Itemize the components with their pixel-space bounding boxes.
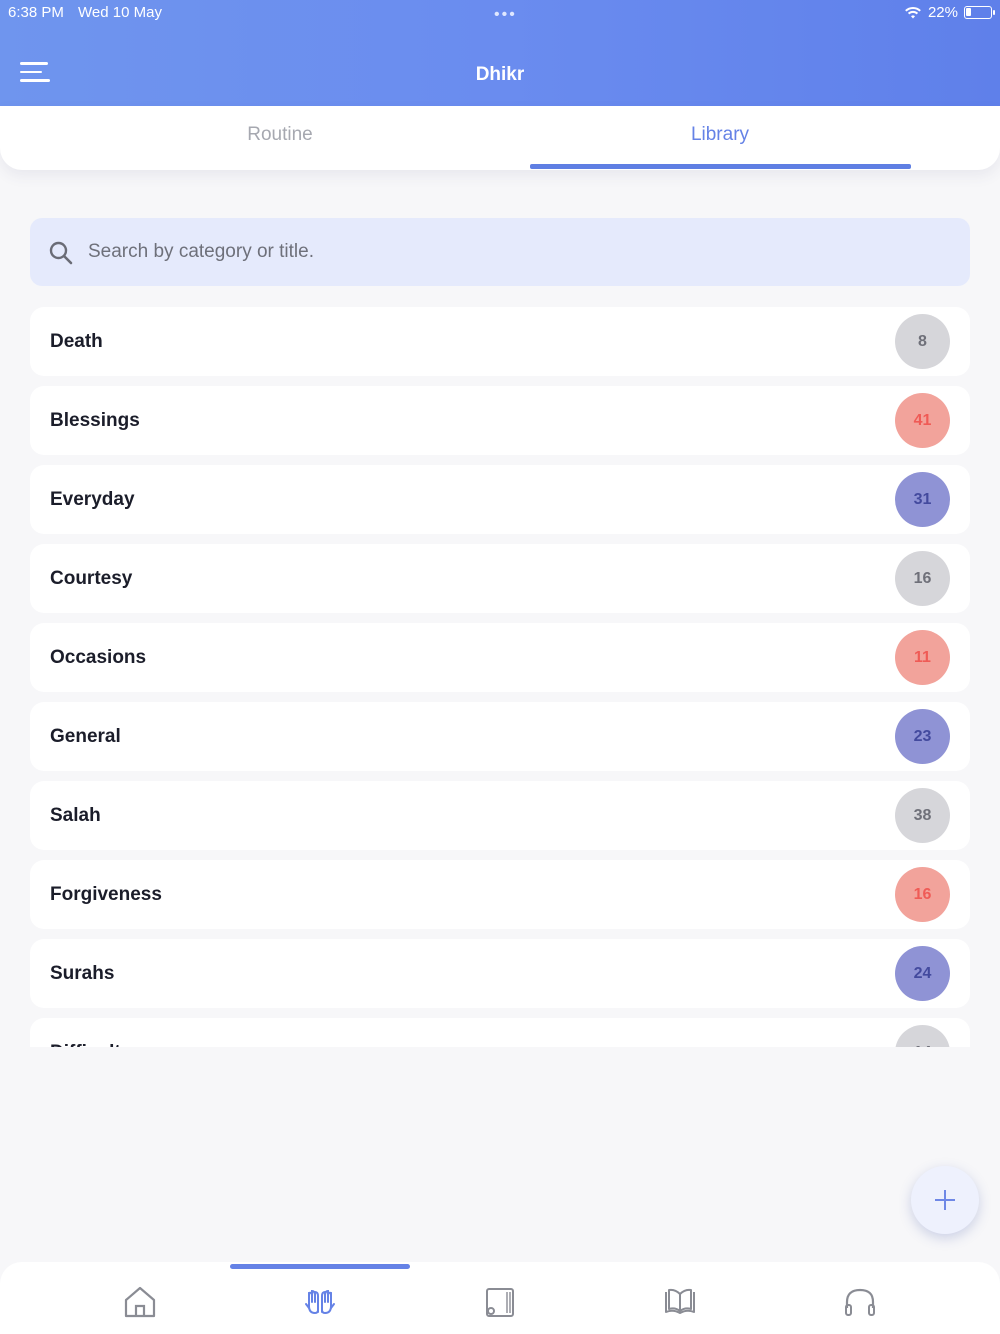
category-row-courtesy[interactable]: Courtesy 16	[30, 544, 970, 613]
tab-routine[interactable]: Routine	[90, 106, 470, 170]
app-header: 6:38 PM Wed 10 May ••• 22% Dhikr	[0, 0, 1000, 106]
category-count-badge: 16	[895, 867, 950, 922]
category-row-surahs[interactable]: Surahs 24	[30, 939, 970, 1008]
search-bar[interactable]	[30, 218, 970, 286]
bottom-nav-active-indicator	[230, 1264, 410, 1269]
battery-icon	[964, 6, 995, 19]
category-row-occasions[interactable]: Occasions 11	[30, 623, 970, 692]
tab-bar: Routine Library	[0, 106, 1000, 170]
category-list[interactable]: Death 8 Blessings 41 Everyday 31 Courtes…	[30, 307, 970, 1047]
status-bar: 6:38 PM Wed 10 May ••• 22%	[8, 4, 995, 24]
category-count-badge: 24	[895, 946, 950, 1001]
page-title: Dhikr	[475, 64, 525, 85]
category-label: Salah	[50, 805, 101, 826]
category-row-general[interactable]: General 23	[30, 702, 970, 771]
category-row-difficulty[interactable]: Difficulty 14	[30, 1018, 970, 1047]
category-count-badge: 41	[895, 393, 950, 448]
category-row-death[interactable]: Death 8	[30, 307, 970, 376]
category-count-badge: 23	[895, 709, 950, 764]
open-book-icon[interactable]	[660, 1282, 700, 1322]
category-label: General	[50, 726, 121, 747]
category-count-badge: 38	[895, 788, 950, 843]
category-label: Everyday	[50, 489, 135, 510]
tab-library[interactable]: Library	[530, 106, 910, 170]
headphones-icon[interactable]	[840, 1282, 880, 1322]
scroll-icon[interactable]	[480, 1282, 520, 1322]
category-count-badge: 16	[895, 551, 950, 606]
category-count-badge: 14	[895, 1025, 950, 1047]
add-button[interactable]	[911, 1166, 979, 1234]
category-label: Forgiveness	[50, 884, 162, 905]
status-date: Wed 10 May	[78, 4, 162, 21]
home-icon[interactable]	[120, 1282, 160, 1322]
category-label: Difficulty	[50, 1018, 131, 1047]
category-row-blessings[interactable]: Blessings 41	[30, 386, 970, 455]
praying-hands-icon[interactable]	[300, 1282, 340, 1322]
category-count-badge: 31	[895, 472, 950, 527]
category-label: Occasions	[50, 647, 147, 668]
active-tab-indicator	[530, 164, 911, 169]
search-icon	[49, 241, 73, 265]
category-label: Blessings	[50, 410, 140, 431]
category-row-everyday[interactable]: Everyday 31	[30, 465, 970, 534]
category-count-badge: 11	[895, 630, 950, 685]
category-count-badge: 8	[895, 314, 950, 369]
category-row-salah[interactable]: Salah 38	[30, 781, 970, 850]
category-row-forgiveness[interactable]: Forgiveness 16	[30, 860, 970, 929]
battery-percentage: 22%	[927, 4, 958, 21]
status-time: 6:38 PM	[8, 4, 64, 21]
category-label: Surahs	[50, 963, 115, 984]
category-label: Death	[50, 331, 103, 352]
wifi-icon	[905, 6, 921, 18]
search-input[interactable]	[88, 218, 948, 286]
category-label: Courtesy	[50, 568, 133, 589]
multitasking-dots-icon[interactable]: •••	[494, 6, 517, 24]
